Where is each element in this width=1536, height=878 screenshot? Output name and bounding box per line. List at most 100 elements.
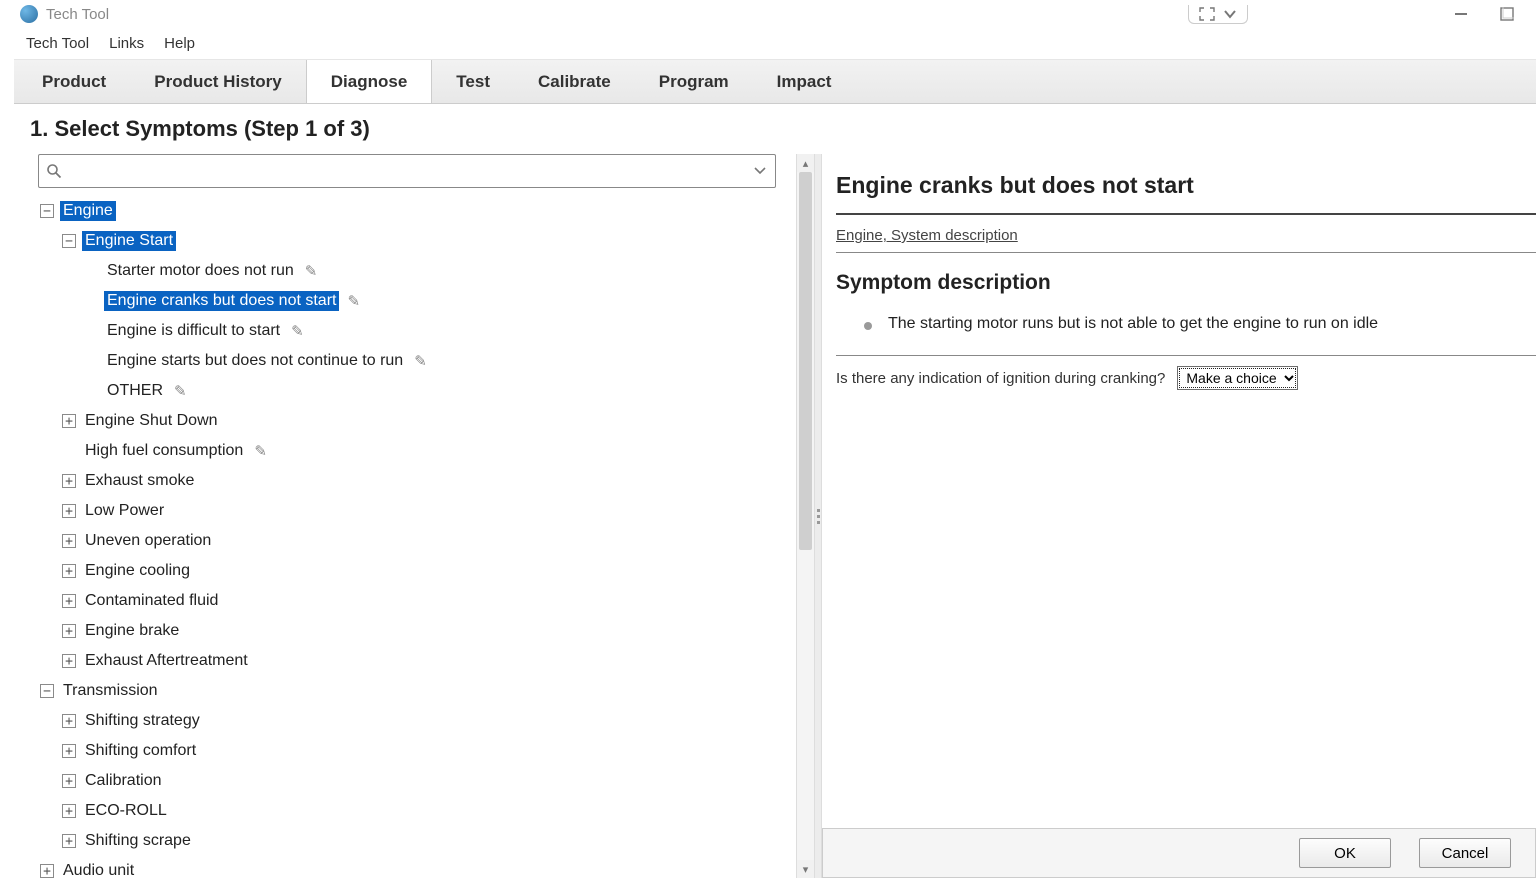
menu-help[interactable]: Help [164,35,195,52]
tree-label: Calibration [82,771,164,791]
tree-label: Uneven operation [82,531,214,551]
collapse-icon[interactable]: − [62,234,76,248]
cancel-button[interactable]: Cancel [1419,838,1511,868]
pencil-icon: ✎ [414,352,427,370]
tree-leaf[interactable]: Engine starts but does not continue to r… [82,346,786,376]
symptom-tree-scroll[interactable]: − Engine − Engine Start [38,196,796,878]
scroll-track[interactable] [797,172,814,860]
detail-link[interactable]: Engine, System description [836,227,1536,252]
tree-leaf[interactable]: OTHER✎ [82,376,786,406]
expand-icon[interactable]: + [62,534,76,548]
tree-label: ECO-ROLL [82,801,170,821]
tab-program[interactable]: Program [635,60,753,103]
tree-label: Shifting strategy [82,711,203,731]
scroll-up-icon[interactable]: ▴ [797,154,814,172]
pencil-icon: ✎ [174,382,187,400]
expand-icon[interactable]: + [62,774,76,788]
tree-node-shifting-scrape[interactable]: + Shifting scrape [60,826,786,856]
button-bar: OK Cancel [822,828,1536,878]
tree-node-exhaust-smoke[interactable]: +Exhaust smoke [60,466,786,496]
tree-node-engine-start[interactable]: − Engine Start [60,226,786,256]
tab-product-history[interactable]: Product History [130,60,306,103]
tree-node-uneven-operation[interactable]: + Uneven operation [60,526,786,556]
tree-label: Transmission [60,681,161,701]
search-dropdown-icon[interactable] [745,165,775,177]
tree-node-contaminated-fluid[interactable]: + Contaminated fluid [60,586,786,616]
title-bar: Tech Tool [14,0,1536,28]
expand-icon[interactable]: + [62,624,76,638]
minimize-button[interactable] [1438,0,1484,28]
titlebar-pill[interactable] [1188,5,1248,24]
tree-leaf[interactable]: High fuel consumption✎ [60,436,786,466]
tree-label: Engine starts but does not continue to r… [104,351,406,371]
question-select[interactable]: Make a choice [1177,366,1298,390]
expand-icon[interactable]: + [62,744,76,758]
tree-node-shifting-comfort[interactable]: +Shifting comfort [60,736,786,766]
symptom-description: The starting motor runs but is not able … [836,309,1536,355]
chevron-down-icon [1223,7,1237,21]
pencil-icon: ✎ [305,262,318,280]
menu-bar: Tech Tool Links Help [14,28,1536,60]
expand-icon[interactable]: + [62,504,76,518]
tab-impact[interactable]: Impact [753,60,856,103]
tree-label: Engine cooling [82,561,193,581]
search-icon [39,163,69,179]
tab-diagnose[interactable]: Diagnose [306,60,433,103]
expand-icon[interactable]: + [62,834,76,848]
tree-node-engine[interactable]: − Engine [38,196,786,226]
page-heading: 1. Select Symptoms (Step 1 of 3) [14,104,1536,154]
divider [836,213,1536,215]
tree-node-transmission[interactable]: − Transmission [38,676,786,706]
expand-icon[interactable]: + [62,594,76,608]
pencil-icon: ✎ [254,442,267,460]
search-input[interactable] [69,162,745,181]
expand-icon[interactable]: + [62,564,76,578]
detail-title: Engine cranks but does not start [836,154,1536,213]
tree-node-exhaust-aftertreatment[interactable]: +Exhaust Aftertreatment [60,646,786,676]
tree-label: Contaminated fluid [82,591,221,611]
ok-button[interactable]: OK [1299,838,1391,868]
tree-scrollbar[interactable]: ▴ ▾ [796,154,814,878]
expand-icon[interactable]: + [40,864,54,878]
tree-node-engine-shut-down[interactable]: +Engine Shut Down [60,406,786,436]
scroll-thumb[interactable] [799,172,812,550]
tree-node-audio-unit[interactable]: +Audio unit [38,856,786,878]
tree-node-low-power[interactable]: +Low Power [60,496,786,526]
tab-product[interactable]: Product [18,60,130,103]
tab-calibrate[interactable]: Calibrate [514,60,635,103]
tree-label: Engine Start [82,231,176,251]
collapse-icon[interactable]: − [40,204,54,218]
question-row: Is there any indication of ignition duri… [836,356,1536,390]
expand-icon[interactable]: + [62,714,76,728]
tree-leaf[interactable]: Starter motor does not run ✎ [82,256,786,286]
app-icon [20,5,38,23]
expand-icon[interactable]: + [62,654,76,668]
tree-leaf[interactable]: Engine is difficult to start✎ [82,316,786,346]
collapse-icon[interactable]: − [40,684,54,698]
symptom-description-text: The starting motor runs but is not able … [888,315,1378,333]
tree-node-eco-roll[interactable]: + ECO-ROLL [60,796,786,826]
expand-icon[interactable]: + [62,414,76,428]
scroll-down-icon[interactable]: ▾ [797,860,814,878]
menu-tech-tool[interactable]: Tech Tool [26,35,89,52]
tree-leaf-selected[interactable]: Engine cranks but does not start✎ [82,286,786,316]
tree-node-calibration[interactable]: + Calibration [60,766,786,796]
tree-node-engine-brake[interactable]: + Engine brake [60,616,786,646]
tree-node-engine-cooling[interactable]: + Engine cooling [60,556,786,586]
content-area: − Engine − Engine Start [14,154,1536,878]
tab-test[interactable]: Test [432,60,514,103]
maximize-button[interactable] [1484,0,1530,28]
tree-label: Engine brake [82,621,182,641]
tree-node-shifting-strategy[interactable]: + Shifting strategy [60,706,786,736]
symptom-tree: − Engine − Engine Start [38,196,786,878]
expand-icon[interactable]: + [62,804,76,818]
fullscreen-icon [1199,7,1215,21]
menu-links[interactable]: Links [109,35,144,52]
question-text: Is there any indication of ignition duri… [836,370,1165,387]
expand-icon[interactable]: + [62,474,76,488]
pane-splitter[interactable] [814,154,822,878]
detail-pane: Engine cranks but does not start Engine,… [822,154,1536,878]
tree-label: Shifting scrape [82,831,194,851]
tree-label: Starter motor does not run [104,261,297,281]
symptom-search[interactable] [38,154,776,188]
